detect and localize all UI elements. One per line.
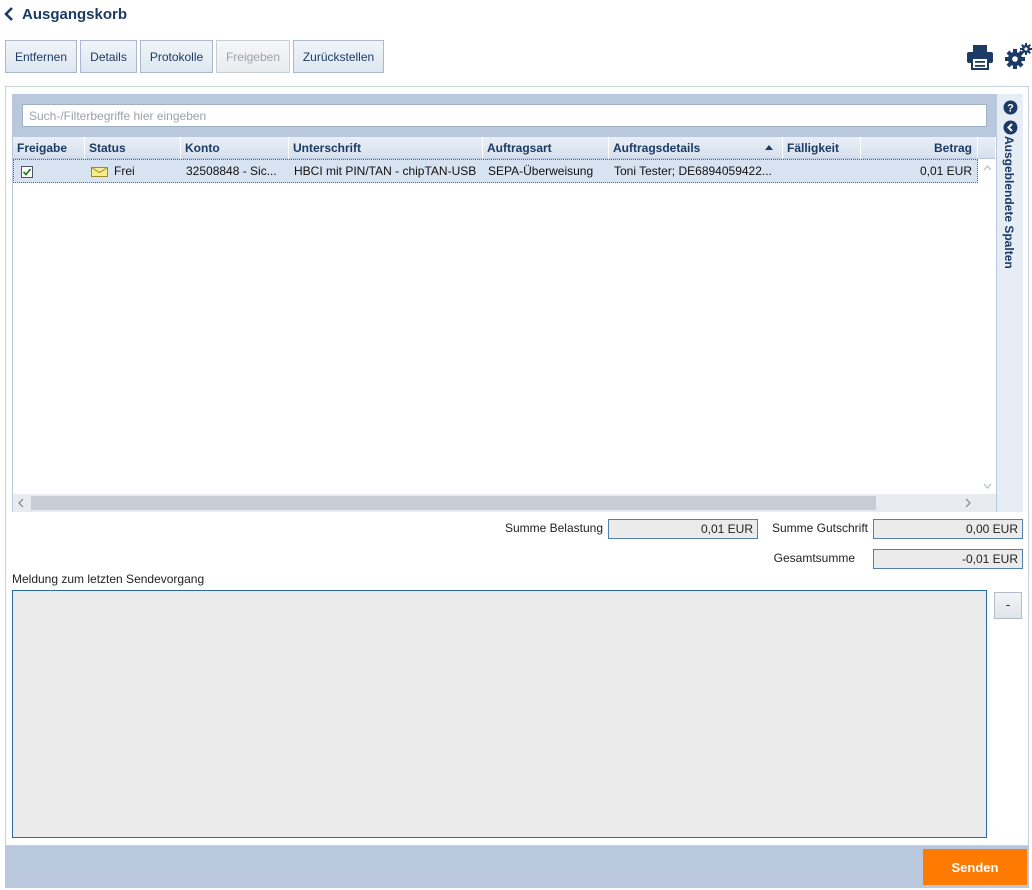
print-icon[interactable] xyxy=(966,44,994,70)
gear-icon[interactable] xyxy=(1004,42,1032,70)
back-link[interactable]: Ausgangskorb xyxy=(4,4,127,24)
expand-panel-icon[interactable] xyxy=(1003,120,1018,135)
footer-bar xyxy=(5,846,1029,888)
freigabe-cell xyxy=(14,160,86,182)
debit-sum-label: Summe Belastung xyxy=(504,521,603,535)
scroll-left-icon[interactable] xyxy=(18,498,24,508)
scroll-right-icon[interactable] xyxy=(965,498,971,508)
hidden-columns-label[interactable]: Ausgeblendete Spalten xyxy=(1002,136,1016,269)
orders-table: Freigabe Status Konto Unterschrift Auftr… xyxy=(13,137,996,513)
release-checkbox[interactable] xyxy=(21,166,33,178)
column-header-status[interactable]: Status xyxy=(85,137,181,159)
betrag-cell: 0,01 EUR xyxy=(919,164,972,178)
scroll-down-icon[interactable] xyxy=(983,483,992,489)
column-header-konto[interactable]: Konto xyxy=(181,137,289,159)
scrollbar-thumb[interactable] xyxy=(31,496,876,510)
debit-sum-field: 0,01 EUR xyxy=(608,519,758,539)
details-button[interactable]: Details xyxy=(80,40,137,73)
auftragsdetails-cell: Toni Tester; DE6894059422... xyxy=(614,164,772,178)
chevron-left-icon xyxy=(4,7,13,21)
send-button[interactable]: Senden xyxy=(923,849,1027,885)
column-header-auftragsdetails[interactable]: Auftragsdetails xyxy=(609,137,783,159)
auftragsart-cell: SEPA-Überweisung xyxy=(488,164,594,178)
envelope-icon xyxy=(91,167,108,177)
help-icon[interactable]: ? xyxy=(1003,100,1018,115)
remove-button[interactable]: Entfernen xyxy=(5,40,77,73)
collapse-message-button[interactable]: - xyxy=(994,592,1022,619)
sort-ascending-icon xyxy=(765,145,773,150)
logs-button[interactable]: Protokolle xyxy=(140,40,213,73)
konto-cell: 32508848 - Sic... xyxy=(186,164,277,178)
status-text: Frei xyxy=(114,164,135,178)
table-row[interactable]: Frei 32508848 - Sic... HBCI mit PIN/TAN … xyxy=(13,159,978,183)
horizontal-scrollbar[interactable] xyxy=(13,494,996,512)
status-cell: Frei xyxy=(86,160,182,182)
credit-sum-label: Summe Gutschrift xyxy=(771,521,868,535)
total-sum-label: Gesamtsumme xyxy=(773,551,855,565)
credit-sum-field: 0,00 EUR xyxy=(873,519,1023,539)
column-header-auftragsart[interactable]: Auftragsart xyxy=(483,137,609,159)
scroll-up-icon[interactable] xyxy=(983,165,992,171)
defer-button[interactable]: Zurückstellen xyxy=(293,40,384,73)
hidden-columns-panel[interactable]: ? Ausgeblendete Spalten xyxy=(996,94,1023,512)
column-header-label: Auftragsdetails xyxy=(613,141,701,155)
search-input[interactable] xyxy=(22,104,987,127)
column-header-faelligkeit[interactable]: Fälligkeit xyxy=(783,137,861,159)
column-header-betrag[interactable]: Betrag xyxy=(861,137,978,159)
column-header-unterschrift[interactable]: Unterschrift xyxy=(289,137,483,159)
faelligkeit-cell xyxy=(784,160,862,182)
release-button[interactable]: Freigeben xyxy=(216,40,290,73)
page-title: Ausgangskorb xyxy=(22,5,128,23)
message-label: Meldung zum letzten Sendevorgang xyxy=(12,572,205,586)
column-header-filler xyxy=(978,137,996,159)
vertical-scrollbar[interactable] xyxy=(978,159,996,495)
column-header-freigabe[interactable]: Freigabe xyxy=(13,137,85,159)
unterschrift-cell: HBCI mit PIN/TAN - chipTAN-USB xyxy=(294,164,477,178)
svg-text:?: ? xyxy=(1007,103,1014,115)
message-area[interactable] xyxy=(12,590,987,838)
total-sum-field: -0,01 EUR xyxy=(873,549,1023,569)
